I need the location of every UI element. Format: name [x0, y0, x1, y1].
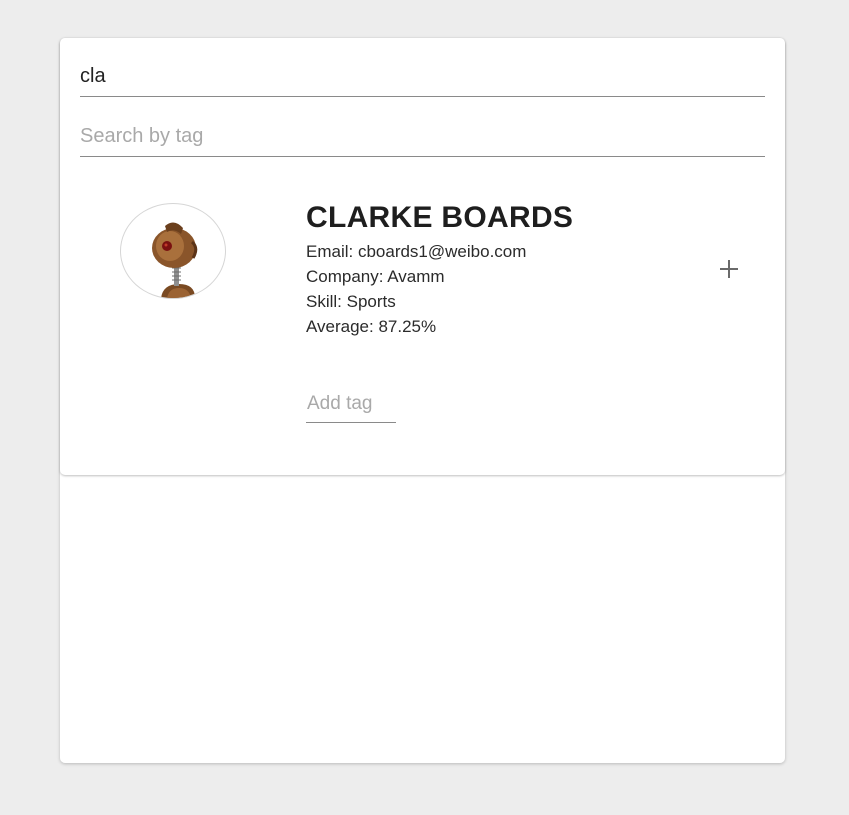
search-by-name-input[interactable] [80, 56, 765, 97]
student-avatar [120, 203, 226, 299]
student-skill: Skill: Sports [306, 292, 396, 311]
robot-avatar-icon [152, 222, 198, 298]
expand-grades-button[interactable] [716, 256, 742, 282]
search-by-tag-input[interactable] [80, 116, 765, 157]
plus-icon [720, 260, 738, 278]
student-email: Email: cboards1@weibo.com [306, 242, 527, 261]
student-list-card: CLARKE BOARDS Email: cboards1@weibo.com … [60, 38, 785, 763]
student-company: Company: Avamm [306, 267, 445, 286]
add-tag-input[interactable] [306, 386, 396, 423]
student-average: Average: 87.25% [306, 317, 437, 336]
search-results-panel: CLARKE BOARDS Email: cboards1@weibo.com … [60, 38, 785, 475]
student-name: CLARKE BOARDS [306, 201, 574, 234]
